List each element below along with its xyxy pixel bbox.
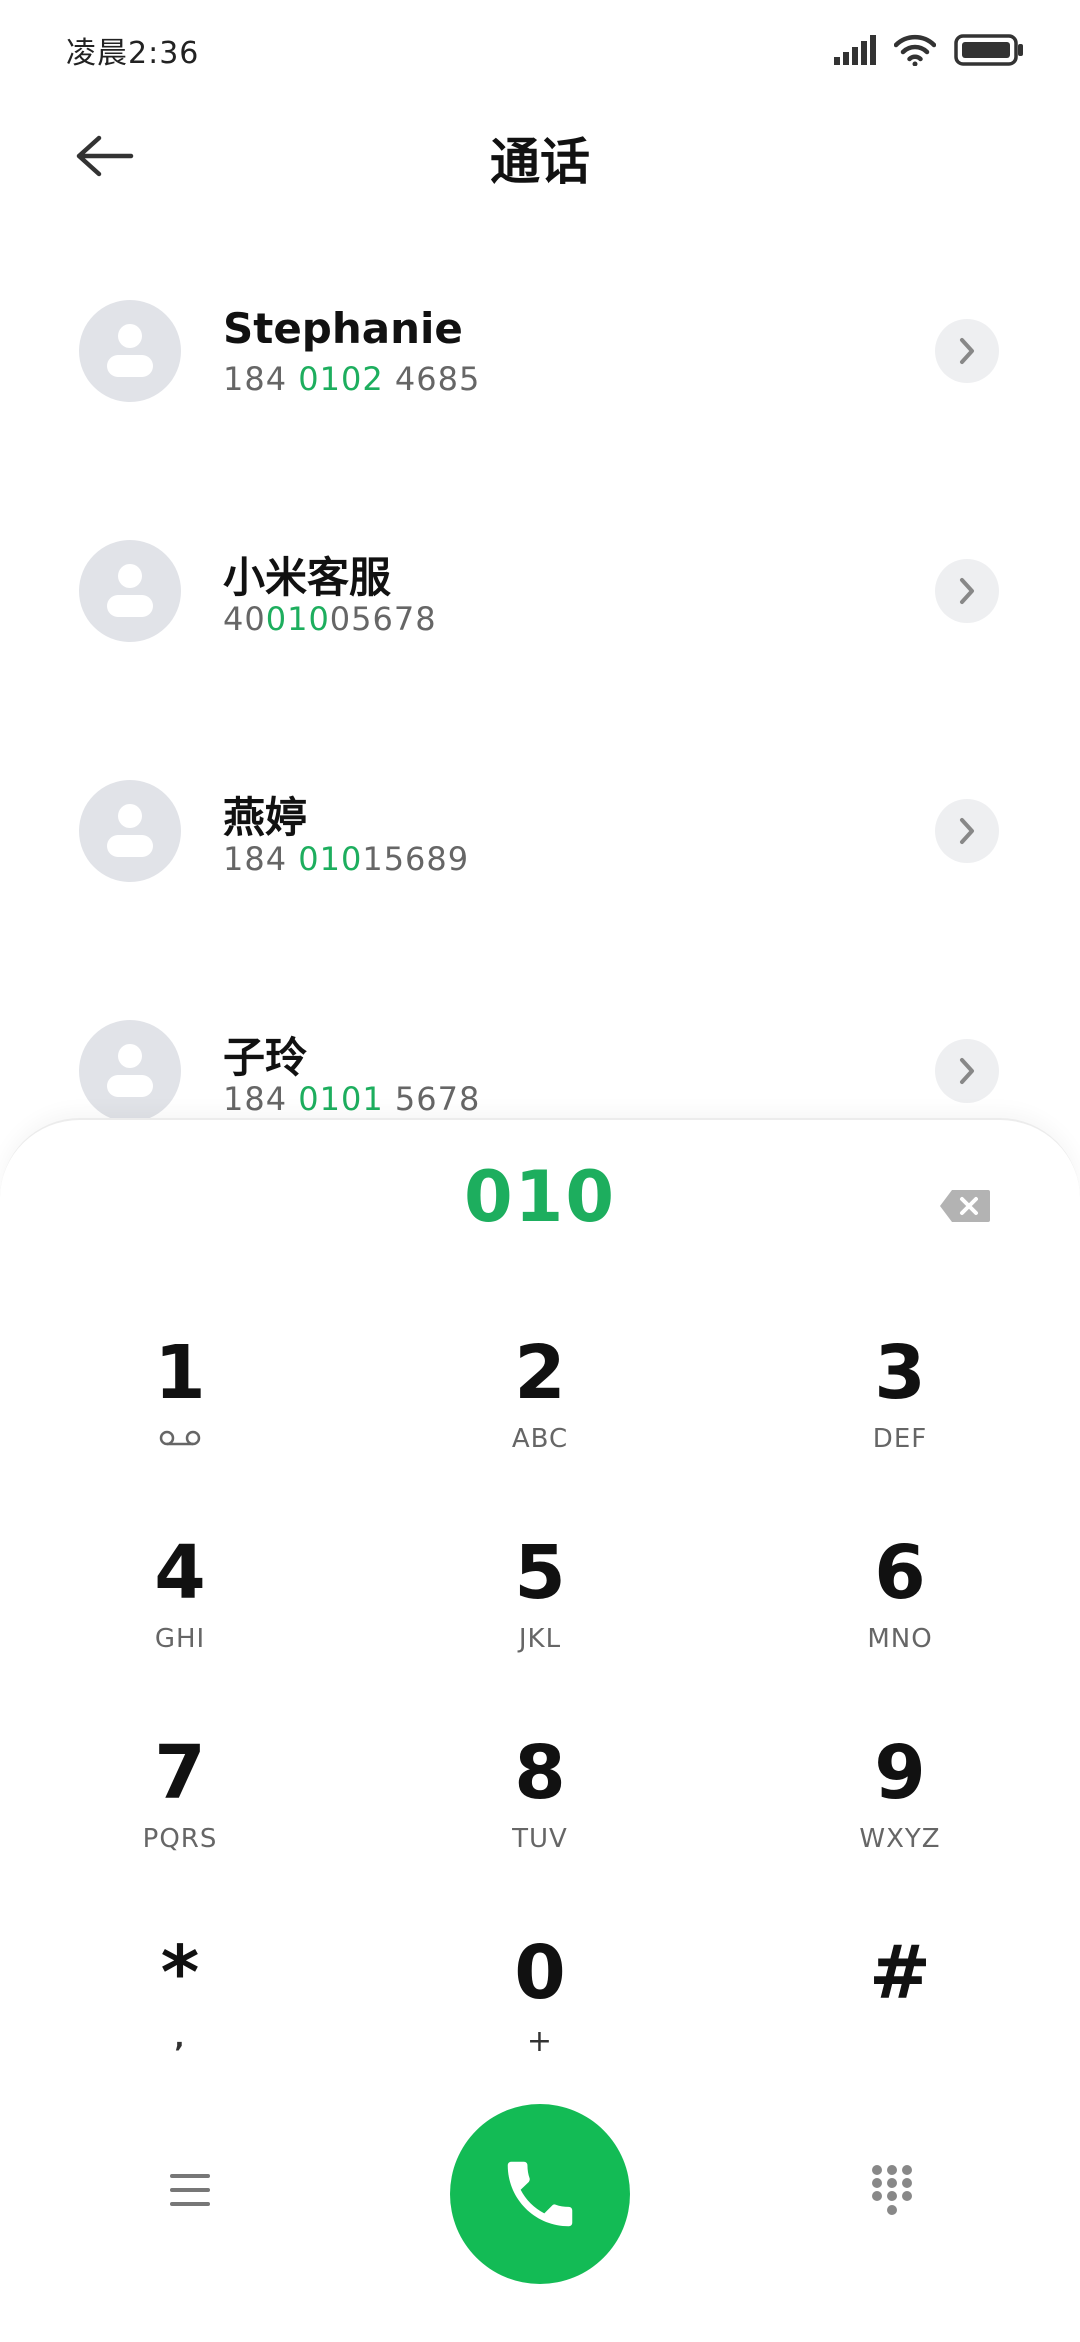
chevron-right-icon [960,1058,974,1084]
contact-number: 4001005678 [223,600,437,638]
key-2[interactable]: 2 ABC [390,1328,690,1498]
key-letters: ABC [511,1424,569,1454]
contact-item[interactable]: 小米客服 4001005678 [0,490,1080,650]
key-digit: 7 [154,1730,206,1816]
keypad-toggle-button[interactable] [860,2158,924,2222]
key-digit: 0 [514,1930,566,2016]
contact-detail-button[interactable] [935,559,999,623]
key-letters: DEF [872,1424,928,1454]
menu-icon [170,2174,210,2206]
key-5[interactable]: 5 JKL [390,1528,690,1698]
key-digit: 4 [154,1530,206,1616]
key-digit: 6 [874,1530,926,1616]
key-3[interactable]: 3 DEF [750,1328,1050,1498]
key-letters [30,1424,330,1454]
key-digit: 8 [514,1730,566,1816]
key-digit: 5 [514,1530,566,1616]
key-4[interactable]: 4 GHI [30,1528,330,1698]
battery-icon [954,34,1023,66]
contact-name: 小米客服 [223,553,392,602]
key-letters: TUV [512,1824,568,1854]
backspace-icon [940,1190,990,1222]
contact-number: 184 0101 5678 [223,1080,481,1118]
header: 通话 [0,100,1080,210]
key-8[interactable]: 8 TUV [390,1728,690,1898]
avatar [79,300,181,402]
avatar [79,540,181,642]
key-0[interactable]: 0 + [390,1928,690,2098]
key-digit: # [868,1930,931,2016]
backspace-button[interactable] [935,1184,995,1228]
key-digit: 9 [874,1730,926,1816]
chevron-right-icon [960,338,974,364]
chevron-right-icon [960,578,974,604]
key-digit: * [160,1930,200,2016]
contact-detail-button[interactable] [935,1039,999,1103]
contact-detail-button[interactable] [935,319,999,383]
contact-name: Stephanie [223,304,463,353]
avatar [79,780,181,882]
key-1[interactable]: 1 [30,1328,330,1498]
status-bar: 凌晨2:36 [0,0,1080,100]
phone-icon [507,2161,573,2227]
contact-detail-button[interactable] [935,799,999,863]
signal-icon [834,35,876,65]
menu-button[interactable] [160,2160,220,2220]
status-time: 凌晨2:36 [66,36,200,71]
contact-item[interactable]: Stephanie 184 0102 4685 [0,250,1080,410]
key-letters: PQRS [142,1824,218,1854]
voicemail-icon [159,1430,201,1446]
key-hash[interactable]: # [750,1928,1050,2098]
key-9[interactable]: 9 WXYZ [750,1728,1050,1898]
avatar [79,1020,181,1122]
contact-item[interactable]: 燕婷 184 01015689 [0,730,1080,890]
key-digit: 2 [514,1330,566,1416]
contact-item[interactable]: 子玲 184 0101 5678 [0,970,1080,1130]
contact-number: 184 0102 4685 [223,360,481,398]
key-letters: WXYZ [859,1824,941,1854]
key-letters: MNO [867,1624,933,1654]
wifi-icon [894,34,936,66]
page-title: 通话 [490,133,590,191]
contact-list: Stephanie 184 0102 4685 小米客服 4001005678 … [0,250,1080,1130]
key-digit: 1 [154,1330,206,1416]
key-7[interactable]: 7 PQRS [30,1728,330,1898]
key-6[interactable]: 6 MNO [750,1528,1050,1698]
key-letters: , [174,2024,186,2054]
contact-name: 燕婷 [223,793,308,842]
key-letters: + [526,2024,554,2059]
chevron-right-icon [960,818,974,844]
bottom-bar [0,2100,1080,2290]
key-digit: 3 [874,1330,926,1416]
contact-name: 子玲 [223,1033,308,1082]
key-letters: GHI [154,1624,206,1654]
status-icons [834,30,1024,70]
contact-number: 184 01015689 [223,840,470,878]
key-letters: JKL [518,1624,562,1654]
call-button[interactable] [450,2104,630,2284]
dialed-number: 010 [463,1156,617,1238]
key-letters [750,2024,1050,2054]
dialpad-icon [872,2165,912,2215]
key-star[interactable]: * , [30,1928,330,2098]
